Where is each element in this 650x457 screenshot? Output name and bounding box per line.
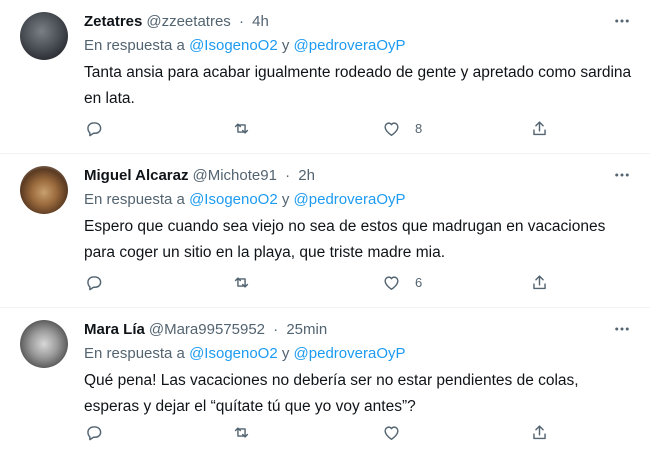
reply-join: y: [281, 37, 290, 54]
mention-link[interactable]: @pedroveraOyP: [294, 37, 406, 54]
retweet-button[interactable]: [232, 270, 251, 294]
mention-link[interactable]: @IsogenoO2: [189, 191, 278, 208]
tweet-time[interactable]: 2h: [298, 167, 315, 184]
mention-link[interactable]: @IsogenoO2: [189, 345, 278, 362]
mention-link[interactable]: @pedroveraOyP: [294, 345, 406, 362]
avatar[interactable]: [20, 166, 68, 214]
avatar[interactable]: [20, 320, 68, 368]
tweet-miguel-alcaraz[interactable]: Miguel Alcaraz @Michote91 · 2h En respues…: [0, 154, 650, 308]
avatar[interactable]: [20, 12, 68, 60]
tweet-actions: [84, 420, 554, 444]
like-icon: [384, 275, 399, 290]
retweet-icon: [234, 276, 249, 288]
tweet-text: Qué pena! Las vacaciones no debería ser …: [84, 372, 579, 415]
tweet-mara-lia[interactable]: Mara Lía @Mara99575952 · 25min En respues…: [0, 308, 650, 457]
tweet-time[interactable]: 25min: [286, 321, 327, 338]
retweet-button[interactable]: [232, 116, 251, 140]
share-icon: [533, 274, 546, 289]
reply-icon: [87, 275, 102, 290]
share-button[interactable]: [530, 116, 549, 140]
tweet-text: Tanta ansia para acabar igualmente rodea…: [84, 64, 632, 107]
like-icon: [384, 121, 399, 136]
tweet-zetatres[interactable]: Zetatres @zzeetatres · 4h En respuesta a …: [0, 0, 650, 154]
tweet-header: Mara Lía @Mara99575952 · 25min: [84, 320, 327, 340]
separator-dot: ·: [238, 13, 244, 30]
like-button[interactable]: [382, 420, 415, 444]
reply-prefix: En respuesta a: [84, 345, 185, 362]
user-handle[interactable]: @zzeetatres: [146, 13, 230, 30]
retweet-icon: [234, 426, 249, 438]
more-icon: [615, 19, 629, 23]
more-options-button[interactable]: [608, 10, 636, 32]
reply-button[interactable]: [84, 270, 103, 294]
more-options-button[interactable]: [608, 318, 636, 340]
more-options-button[interactable]: [608, 164, 636, 186]
user-name[interactable]: Zetatres: [84, 13, 142, 30]
more-icon: [615, 327, 629, 331]
reply-context: En respuesta a @IsogenoO2 y @pedroveraOy…: [84, 190, 406, 210]
like-button[interactable]: 6: [382, 270, 422, 294]
reply-icon: [87, 425, 102, 440]
share-icon: [533, 120, 546, 135]
share-icon: [533, 424, 546, 439]
like-count: 8: [415, 120, 423, 136]
retweet-icon: [234, 122, 249, 134]
separator-dot: ·: [285, 167, 291, 184]
reply-context: En respuesta a @IsogenoO2 y @pedroveraOy…: [84, 344, 406, 364]
tweet-text: Espero que cuando sea viejo no sea de es…: [84, 218, 606, 261]
like-count: 6: [415, 274, 423, 290]
reply-button[interactable]: [84, 116, 103, 140]
reply-prefix: En respuesta a: [84, 37, 185, 54]
tweet-header: Zetatres @zzeetatres · 4h: [84, 12, 269, 32]
reply-icon: [87, 121, 102, 136]
tweet-time[interactable]: 4h: [252, 13, 269, 30]
like-button[interactable]: 8: [382, 116, 422, 140]
user-handle[interactable]: @Mara99575952: [149, 321, 265, 338]
tweet-header: Miguel Alcaraz @Michote91 · 2h: [84, 166, 315, 186]
user-name[interactable]: Mara Lía: [84, 321, 145, 338]
reply-context: En respuesta a @IsogenoO2 y @pedroveraOy…: [84, 36, 406, 56]
mention-link[interactable]: @pedroveraOyP: [294, 191, 406, 208]
retweet-button[interactable]: [232, 420, 251, 444]
like-icon: [384, 425, 399, 440]
share-button[interactable]: [530, 270, 549, 294]
separator-dot: ·: [273, 321, 279, 338]
reply-button[interactable]: [84, 420, 103, 444]
user-handle[interactable]: @Michote91: [192, 167, 276, 184]
user-name[interactable]: Miguel Alcaraz: [84, 167, 188, 184]
tweet-actions: 8: [84, 116, 554, 140]
mention-link[interactable]: @IsogenoO2: [189, 37, 278, 54]
share-button[interactable]: [530, 420, 549, 444]
more-icon: [615, 173, 629, 177]
reply-join: y: [281, 191, 290, 208]
reply-join: y: [281, 345, 290, 362]
tweet-actions: 6: [84, 270, 554, 294]
reply-prefix: En respuesta a: [84, 191, 185, 208]
